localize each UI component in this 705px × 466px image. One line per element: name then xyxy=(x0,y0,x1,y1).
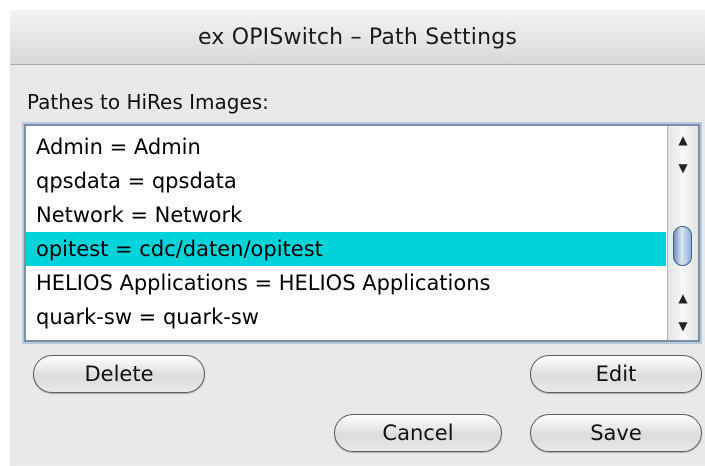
list-item[interactable]: qpsdata = qpsdata xyxy=(26,164,666,198)
list-item[interactable]: HELIOS Applications = HELIOS Application… xyxy=(26,266,666,300)
title-bar[interactable]: ex OPISwitch – Path Settings xyxy=(10,10,705,65)
scroll-down-arrow-icon[interactable]: ▼ xyxy=(668,156,698,180)
list-item[interactable]: quark-sw = quark-sw xyxy=(26,300,666,334)
path-settings-window: ex OPISwitch – Path Settings Pathes to H… xyxy=(10,10,705,466)
list-scrollbar[interactable]: ▲ ▼ ▲ ▼ xyxy=(667,126,698,340)
scroll-up-arrow-icon[interactable]: ▲ xyxy=(668,128,698,152)
edit-button[interactable]: Edit xyxy=(530,355,702,393)
pathes-listbox[interactable]: Admin = Admin qpsdata = qpsdata Network … xyxy=(24,124,700,342)
window-title: ex OPISwitch – Path Settings xyxy=(197,24,518,50)
delete-button[interactable]: Delete xyxy=(33,355,205,393)
cancel-button[interactable]: Cancel xyxy=(334,414,502,452)
scroll-up-arrow-icon[interactable]: ▲ xyxy=(668,286,698,310)
list-item-selected[interactable]: opitest = cdc/daten/opitest xyxy=(26,232,666,266)
scroll-thumb[interactable] xyxy=(673,226,692,266)
list-item[interactable]: Admin = Admin xyxy=(26,130,666,164)
save-button[interactable]: Save xyxy=(530,414,702,452)
list-item[interactable]: Network = Network xyxy=(26,198,666,232)
scroll-down-arrow-icon[interactable]: ▼ xyxy=(668,314,698,338)
pathes-label: Pathes to HiRes Images: xyxy=(27,90,269,114)
pathes-list: Admin = Admin qpsdata = qpsdata Network … xyxy=(26,130,666,334)
